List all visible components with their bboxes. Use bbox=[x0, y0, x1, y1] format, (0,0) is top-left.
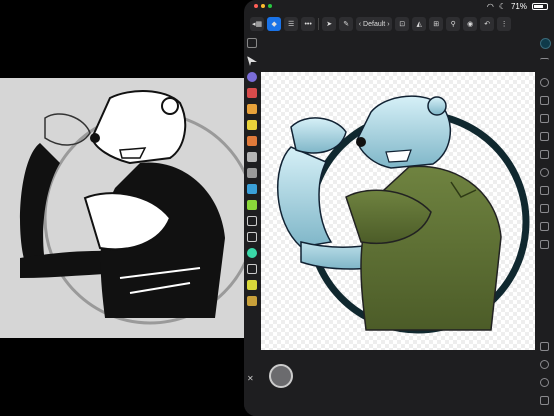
effects-icon[interactable] bbox=[540, 132, 549, 141]
bear-illustration bbox=[276, 95, 530, 334]
pointer-tool-icon[interactable] bbox=[247, 56, 257, 66]
chevron-right-icon[interactable]: › bbox=[387, 21, 389, 28]
magic-wand-icon[interactable] bbox=[247, 200, 257, 210]
help-icon[interactable] bbox=[540, 396, 549, 405]
channels-icon[interactable] bbox=[540, 222, 549, 231]
status-indicators: ◠ ☾ 71% bbox=[487, 2, 548, 11]
settings-icon[interactable]: ⋮ bbox=[497, 17, 512, 31]
quick-menu-button[interactable] bbox=[269, 364, 293, 388]
styles-icon[interactable] bbox=[540, 150, 549, 159]
layers-icon[interactable] bbox=[540, 96, 549, 105]
flip-icon[interactable]: ◭ bbox=[412, 17, 427, 31]
paint-icon[interactable]: ✎ bbox=[339, 17, 354, 31]
reference-sketch-pane bbox=[0, 78, 246, 338]
window-controls[interactable] bbox=[254, 4, 272, 8]
crop-tool-icon[interactable] bbox=[247, 216, 257, 226]
color-picker-icon[interactable] bbox=[247, 72, 257, 82]
move-tool-icon[interactable] bbox=[247, 38, 257, 48]
wifi-icon: ◠ bbox=[486, 2, 494, 11]
brush-stroke-icon[interactable] bbox=[540, 58, 549, 67]
navigator-icon[interactable] bbox=[540, 168, 549, 177]
moon-icon: ☾ bbox=[498, 2, 506, 11]
text-tool-icon[interactable] bbox=[247, 264, 257, 274]
snapping-icon[interactable] bbox=[540, 360, 549, 369]
chevron-left-icon[interactable]: ‹ bbox=[359, 21, 361, 28]
menu-icon[interactable]: ☰ bbox=[284, 17, 299, 31]
drawing-app-window: ◠ ☾ 71% ◂▦ ◆ ☰ ••• ➤ ✎ ‹ Default › ⊡ ◭ ⊞… bbox=[244, 0, 554, 416]
preset-label: Default bbox=[363, 20, 386, 28]
context-bar bbox=[260, 350, 536, 416]
status-bar: ◠ ☾ 71% bbox=[244, 0, 554, 14]
eraser-tool-icon[interactable] bbox=[247, 136, 257, 146]
stock-icon[interactable] bbox=[540, 240, 549, 249]
more-icon[interactable]: ••• bbox=[301, 17, 316, 31]
tools-panel: ✕ bbox=[244, 34, 260, 416]
vector-brush-icon[interactable] bbox=[247, 296, 257, 306]
close-icon[interactable]: ✕ bbox=[247, 374, 257, 384]
smudge-tool-icon[interactable] bbox=[247, 152, 257, 162]
marquee-tool-icon[interactable] bbox=[247, 232, 257, 242]
adjustments-icon[interactable] bbox=[540, 114, 549, 123]
zoom-icon[interactable]: ⚲ bbox=[446, 17, 461, 31]
bear-sketch-illustration bbox=[20, 90, 246, 325]
battery-percent: 71% bbox=[510, 2, 527, 11]
pencil-tool-icon[interactable] bbox=[247, 104, 257, 114]
brushes-icon[interactable] bbox=[540, 78, 549, 87]
undo-icon[interactable]: ↶ bbox=[480, 17, 495, 31]
studio-panel bbox=[536, 34, 554, 416]
pen-tool-icon[interactable] bbox=[247, 280, 257, 290]
fill-tool-icon[interactable] bbox=[247, 88, 257, 98]
color-swatch[interactable] bbox=[540, 38, 551, 49]
history-icon[interactable] bbox=[540, 204, 549, 213]
info-icon[interactable] bbox=[540, 378, 549, 387]
view-icon[interactable]: ◉ bbox=[463, 17, 478, 31]
grid-icon[interactable] bbox=[540, 342, 549, 351]
gradient-tool-icon[interactable] bbox=[247, 248, 257, 258]
screen: ◠ ☾ 71% ◂▦ ◆ ☰ ••• ➤ ✎ ‹ Default › ⊡ ◭ ⊞… bbox=[0, 0, 554, 416]
toolbar-divider bbox=[318, 18, 320, 30]
top-toolbar: ◂▦ ◆ ☰ ••• ➤ ✎ ‹ Default › ⊡ ◭ ⊞ ⚲ ◉ ↶ ⋮ bbox=[244, 14, 554, 34]
move-icon[interactable]: ➤ bbox=[322, 17, 337, 31]
brush-tool-icon[interactable] bbox=[247, 120, 257, 130]
preset-selector[interactable]: ‹ Default › bbox=[356, 17, 393, 31]
selection-brush-icon[interactable] bbox=[247, 184, 257, 194]
document-canvas[interactable] bbox=[261, 72, 535, 350]
clone-tool-icon[interactable] bbox=[247, 168, 257, 178]
transform-panel-icon[interactable] bbox=[540, 186, 549, 195]
persona-icon[interactable]: ◆ bbox=[267, 17, 282, 31]
transform-icon[interactable]: ⊞ bbox=[429, 17, 444, 31]
home-icon[interactable]: ◂▦ bbox=[250, 17, 265, 31]
snap-icon[interactable]: ⊡ bbox=[395, 17, 410, 31]
battery-icon bbox=[532, 3, 548, 10]
